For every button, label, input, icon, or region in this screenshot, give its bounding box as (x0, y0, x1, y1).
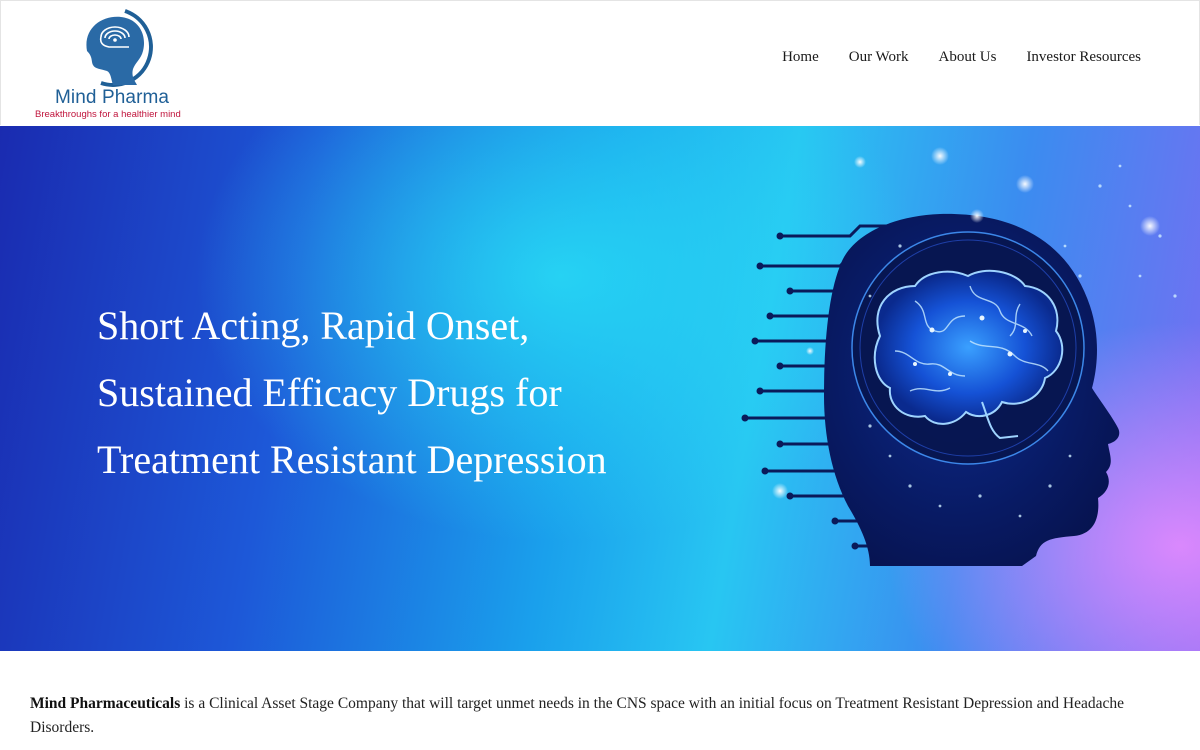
nav-our-work[interactable]: Our Work (849, 49, 909, 66)
hero-heading: Short Acting, Rapid Onset, Sustained Eff… (97, 292, 737, 493)
intro-text: is a Clinical Asset Stage Company that w… (30, 695, 1124, 736)
digital-head-brain-icon (741, 147, 1177, 566)
hero-heading-line: Treatment Resistant Depression (97, 437, 607, 482)
hero-banner: Short Acting, Rapid Onset, Sustained Eff… (0, 126, 1200, 651)
intro-paragraph: Mind Pharmaceuticals is a Clinical Asset… (30, 692, 1170, 740)
nav-investor-resources[interactable]: Investor Resources (1026, 49, 1141, 66)
hero-heading-line: Short Acting, Rapid Onset, (97, 303, 530, 348)
brand-tagline: Breakthroughs for a healthier mind (35, 109, 181, 120)
site-header: Mind Pharma Breakthroughs for a healthie… (0, 0, 1200, 125)
company-name: Mind Pharmaceuticals (30, 695, 181, 712)
head-with-spiral-icon (86, 9, 153, 87)
logo[interactable]: Mind Pharma Breakthroughs for a healthie… (31, 7, 201, 122)
nav-about-us[interactable]: About Us (939, 49, 997, 66)
main-nav: Home Our Work About Us Investor Resource… (782, 49, 1141, 66)
nav-home[interactable]: Home (782, 49, 819, 66)
brand-name: Mind Pharma (55, 87, 170, 108)
hero-heading-line: Sustained Efficacy Drugs for (97, 370, 562, 415)
